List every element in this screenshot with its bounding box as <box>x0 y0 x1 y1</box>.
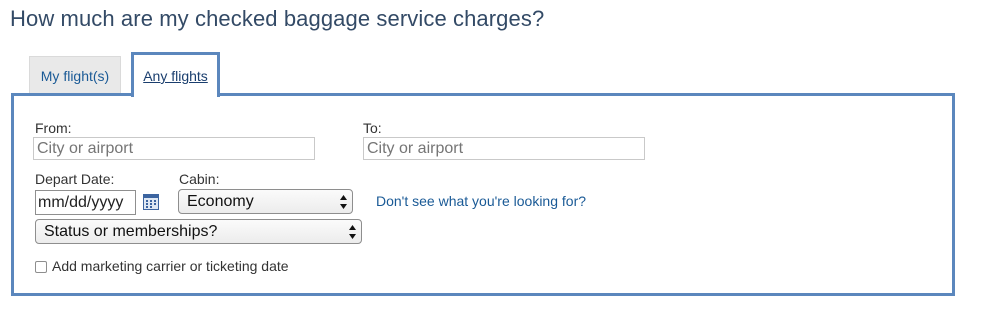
cabin-select-value: Economy <box>187 193 254 210</box>
marketing-carrier-checkbox[interactable] <box>35 261 47 273</box>
calendar-icon[interactable] <box>143 194 159 210</box>
depart-date-input[interactable]: mm/dd/yyyy <box>35 190 136 215</box>
cabin-select[interactable]: Economy <box>178 189 353 214</box>
chevron-updown-icon <box>340 195 347 209</box>
depart-date-label: Depart Date: <box>35 171 115 187</box>
chevron-updown-icon <box>349 225 356 239</box>
from-field[interactable] <box>33 137 315 160</box>
any-flights-panel: From: To: Depart Date: mm/dd/yyyy Cabin:… <box>11 93 955 296</box>
marketing-carrier-label: Add marketing carrier or ticketing date <box>52 258 289 274</box>
tab-my-flights-label: My flight(s) <box>40 67 110 84</box>
status-select[interactable]: Status or memberships? <box>35 219 362 244</box>
status-select-value: Status or memberships? <box>44 223 218 240</box>
to-field[interactable] <box>363 137 645 160</box>
page-title: How much are my checked baggage service … <box>10 6 545 31</box>
cabin-label: Cabin: <box>179 171 220 187</box>
tab-any-flights-label: Any flights <box>143 68 208 84</box>
tab-my-flights[interactable]: My flight(s) <box>29 56 121 94</box>
to-label: To: <box>363 120 382 136</box>
help-link[interactable]: Don't see what you're looking for? <box>376 193 586 209</box>
from-label: From: <box>35 120 72 136</box>
tab-any-flights[interactable]: Any flights <box>131 52 220 97</box>
